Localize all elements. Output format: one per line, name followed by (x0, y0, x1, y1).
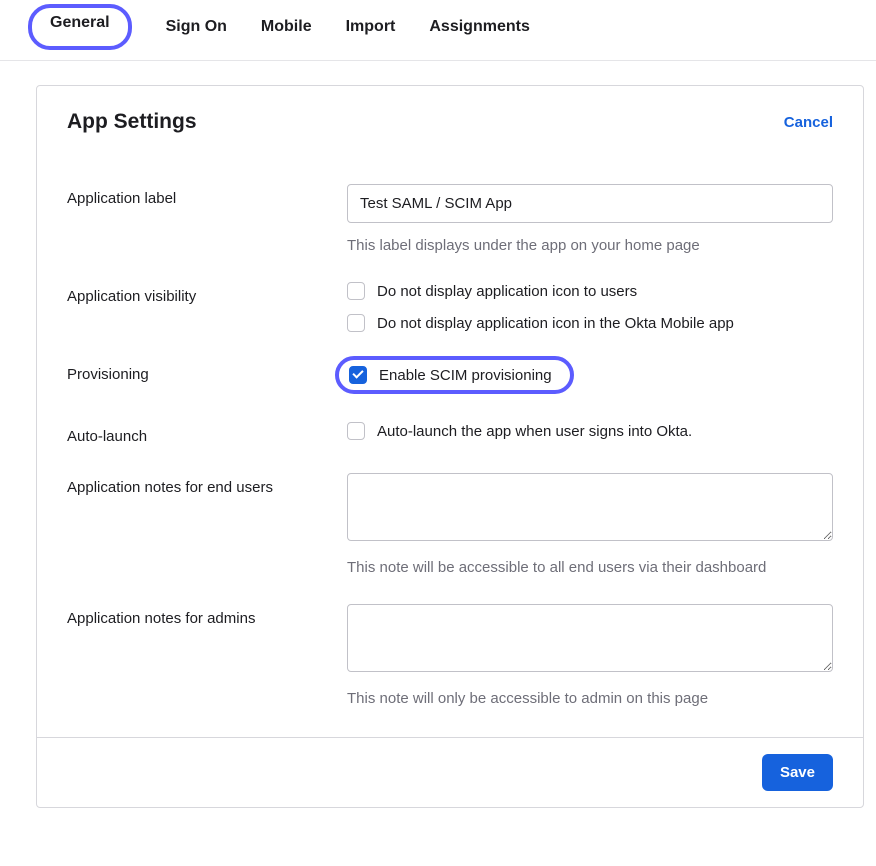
notes-admins-help: This note will only be accessible to adm… (347, 690, 833, 707)
label-application-label: Application label (67, 184, 347, 207)
notes-end-users-textarea[interactable] (347, 473, 833, 541)
panel-header: App Settings Cancel (37, 86, 863, 144)
cancel-link[interactable]: Cancel (784, 114, 833, 131)
checkbox-hide-mobile[interactable] (347, 314, 365, 332)
row-application-visibility: Application visibility Do not display ap… (67, 282, 833, 332)
notes-end-users-help: This note will be accessible to all end … (347, 559, 833, 576)
checkbox-auto-launch-label: Auto-launch the app when user signs into… (377, 423, 692, 440)
application-label-input[interactable] (347, 184, 833, 223)
label-notes-end-users: Application notes for end users (67, 473, 347, 496)
panel-footer: Save (37, 737, 863, 807)
checkbox-enable-scim-label: Enable SCIM provisioning (379, 367, 552, 384)
panel-body: Application label This label displays un… (37, 144, 863, 737)
row-auto-launch: Auto-launch Auto-launch the app when use… (67, 422, 833, 445)
row-notes-admins: Application notes for admins This note w… (67, 604, 833, 707)
save-button[interactable]: Save (762, 754, 833, 791)
tab-assignments[interactable]: Assignments (429, 8, 529, 46)
label-notes-admins: Application notes for admins (67, 604, 347, 627)
tab-import[interactable]: Import (346, 8, 396, 46)
tab-mobile[interactable]: Mobile (261, 8, 312, 46)
checkbox-hide-users[interactable] (347, 282, 365, 300)
tab-sign-on[interactable]: Sign On (166, 8, 227, 46)
row-application-label: Application label This label displays un… (67, 184, 833, 254)
row-notes-end-users: Application notes for end users This not… (67, 473, 833, 576)
checkbox-enable-scim[interactable] (349, 366, 367, 384)
panel-title: App Settings (67, 110, 197, 134)
app-settings-panel: App Settings Cancel Application label Th… (36, 85, 864, 808)
label-auto-launch: Auto-launch (67, 422, 347, 445)
tab-bar: General Sign On Mobile Import Assignment… (0, 8, 876, 61)
checkbox-auto-launch[interactable] (347, 422, 365, 440)
provisioning-highlight: Enable SCIM provisioning (335, 356, 574, 394)
label-provisioning: Provisioning (67, 360, 347, 383)
label-application-visibility: Application visibility (67, 282, 347, 305)
notes-admins-textarea[interactable] (347, 604, 833, 672)
checkbox-hide-users-label: Do not display application icon to users (377, 283, 637, 300)
checkbox-hide-mobile-label: Do not display application icon in the O… (377, 315, 734, 332)
row-provisioning: Provisioning Enable SCIM provisioning (67, 360, 833, 394)
tab-general[interactable]: General (28, 4, 132, 50)
application-label-help: This label displays under the app on you… (347, 237, 833, 254)
